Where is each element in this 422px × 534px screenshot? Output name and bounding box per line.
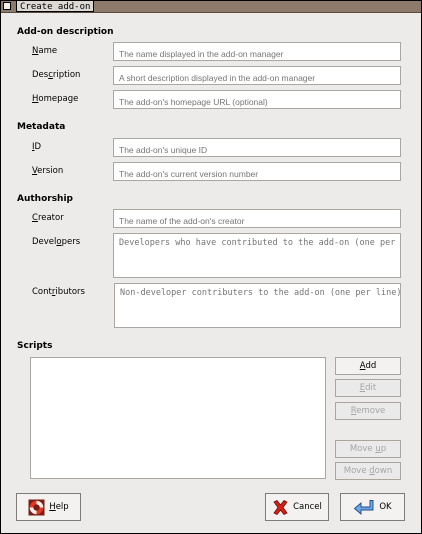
description-label: Description xyxy=(32,70,81,80)
return-arrow-icon xyxy=(354,499,374,515)
add-script-button[interactable]: Add xyxy=(335,357,401,375)
section-metadata: Metadata xyxy=(17,122,66,132)
contributors-field[interactable] xyxy=(114,283,401,328)
name-label: Name xyxy=(32,46,58,56)
developers-label: Developers xyxy=(32,237,81,247)
move-up-button[interactable]: Move up xyxy=(335,440,401,458)
creator-label: Creator xyxy=(32,213,64,223)
id-field[interactable] xyxy=(113,138,401,157)
homepage-label: Homepage xyxy=(32,94,79,104)
creator-field[interactable] xyxy=(113,209,401,228)
lifebuoy-icon xyxy=(28,499,45,515)
ok-label: OK xyxy=(379,502,392,512)
window-title: Create add-on xyxy=(16,0,95,12)
id-label: ID xyxy=(32,142,42,152)
remove-script-button[interactable]: Remove xyxy=(335,402,401,420)
description-field[interactable] xyxy=(113,66,401,85)
section-scripts: Scripts xyxy=(17,341,53,351)
cancel-button[interactable]: Cancel xyxy=(265,493,329,521)
version-field[interactable] xyxy=(113,162,401,181)
help-button[interactable]: Help xyxy=(16,493,81,521)
scripts-list[interactable] xyxy=(30,357,326,479)
help-label: Help xyxy=(49,502,69,512)
homepage-field[interactable] xyxy=(113,90,401,109)
window-menu-icon[interactable] xyxy=(3,2,11,10)
contributors-label: Contributors xyxy=(32,287,85,297)
name-field[interactable] xyxy=(113,42,401,61)
edit-script-button[interactable]: Edit xyxy=(335,379,401,397)
red-x-icon xyxy=(273,499,288,515)
developers-field[interactable] xyxy=(113,233,401,278)
create-addon-dialog: Create add-on Add-on description Name De… xyxy=(0,0,422,534)
move-down-button[interactable]: Move down xyxy=(335,462,401,480)
section-authorship: Authorship xyxy=(17,194,73,204)
cancel-label: Cancel xyxy=(293,502,322,512)
version-label: Version xyxy=(32,166,64,176)
section-add-on-description: Add-on description xyxy=(17,27,114,37)
title-bar[interactable]: Create add-on xyxy=(1,0,421,13)
ok-button[interactable]: OK xyxy=(340,493,405,521)
